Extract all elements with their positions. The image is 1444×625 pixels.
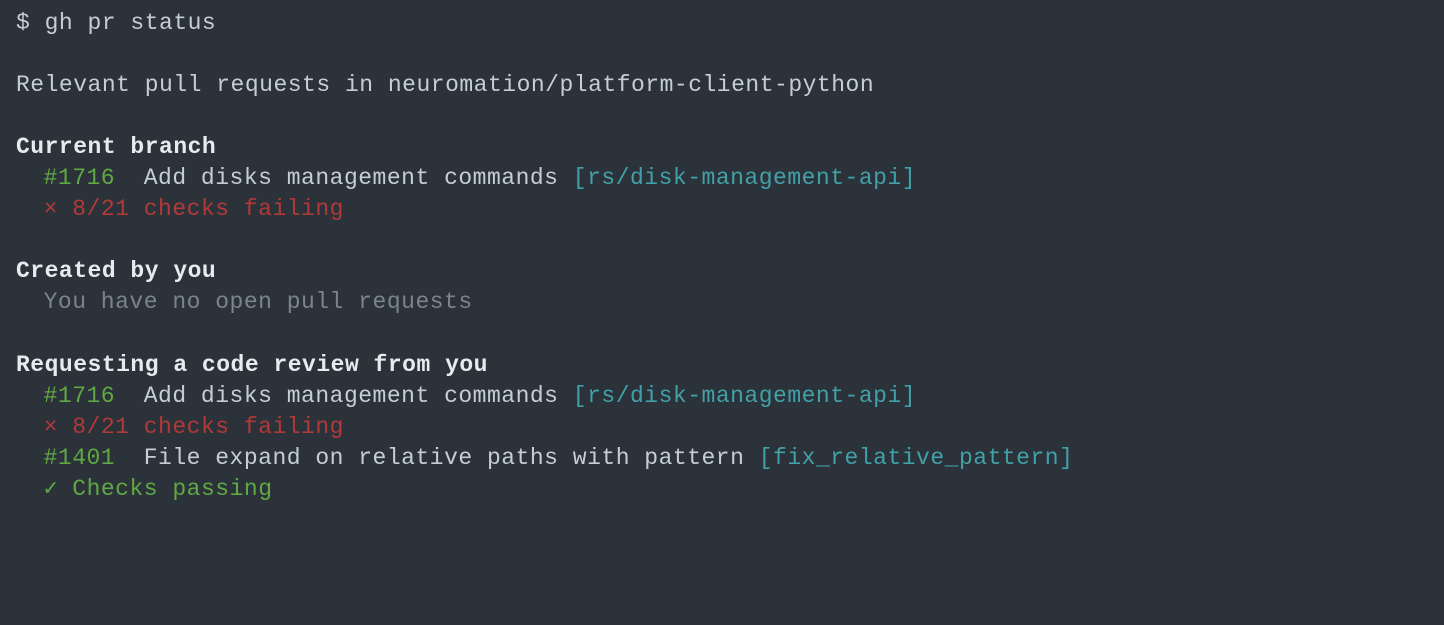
cross-icon: × bbox=[44, 196, 58, 222]
empty-state-text: You have no open pull requests bbox=[16, 287, 1428, 318]
status-text: 8/21 checks failing bbox=[72, 414, 344, 440]
section-header-current-branch: Current branch bbox=[16, 132, 1428, 163]
pr-entry: #1716 Add disks management commands [rs/… bbox=[16, 163, 1428, 194]
section-header-requesting-review: Requesting a code review from you bbox=[16, 350, 1428, 381]
pr-number: #1716 bbox=[44, 383, 116, 409]
pr-status-failing: × 8/21 checks failing bbox=[16, 194, 1428, 225]
blank-line bbox=[16, 318, 1428, 349]
blank-line bbox=[16, 101, 1428, 132]
section-header-created-by-you: Created by you bbox=[16, 256, 1428, 287]
summary-text: Relevant pull requests in neuromation/pl… bbox=[16, 70, 1428, 101]
pr-title: Add disks management commands bbox=[144, 165, 559, 191]
status-text: Checks passing bbox=[72, 476, 272, 502]
cross-icon: × bbox=[44, 414, 58, 440]
status-text: 8/21 checks failing bbox=[72, 196, 344, 222]
check-icon: ✓ bbox=[44, 476, 58, 502]
pr-branch: [rs/disk-management-api] bbox=[573, 383, 916, 409]
blank-line bbox=[16, 225, 1428, 256]
pr-title: File expand on relative paths with patte… bbox=[144, 445, 745, 471]
pr-branch: [rs/disk-management-api] bbox=[573, 165, 916, 191]
command-prompt: $ gh pr status bbox=[16, 8, 1428, 39]
pr-branch: [fix_relative_pattern] bbox=[759, 445, 1074, 471]
pr-number: #1401 bbox=[44, 445, 116, 471]
pr-number: #1716 bbox=[44, 165, 116, 191]
blank-line bbox=[16, 39, 1428, 70]
pr-entry: #1401 File expand on relative paths with… bbox=[16, 443, 1428, 474]
pr-status-passing: ✓ Checks passing bbox=[16, 474, 1428, 505]
pr-title: Add disks management commands bbox=[144, 383, 559, 409]
pr-entry: #1716 Add disks management commands [rs/… bbox=[16, 381, 1428, 412]
pr-status-failing: × 8/21 checks failing bbox=[16, 412, 1428, 443]
